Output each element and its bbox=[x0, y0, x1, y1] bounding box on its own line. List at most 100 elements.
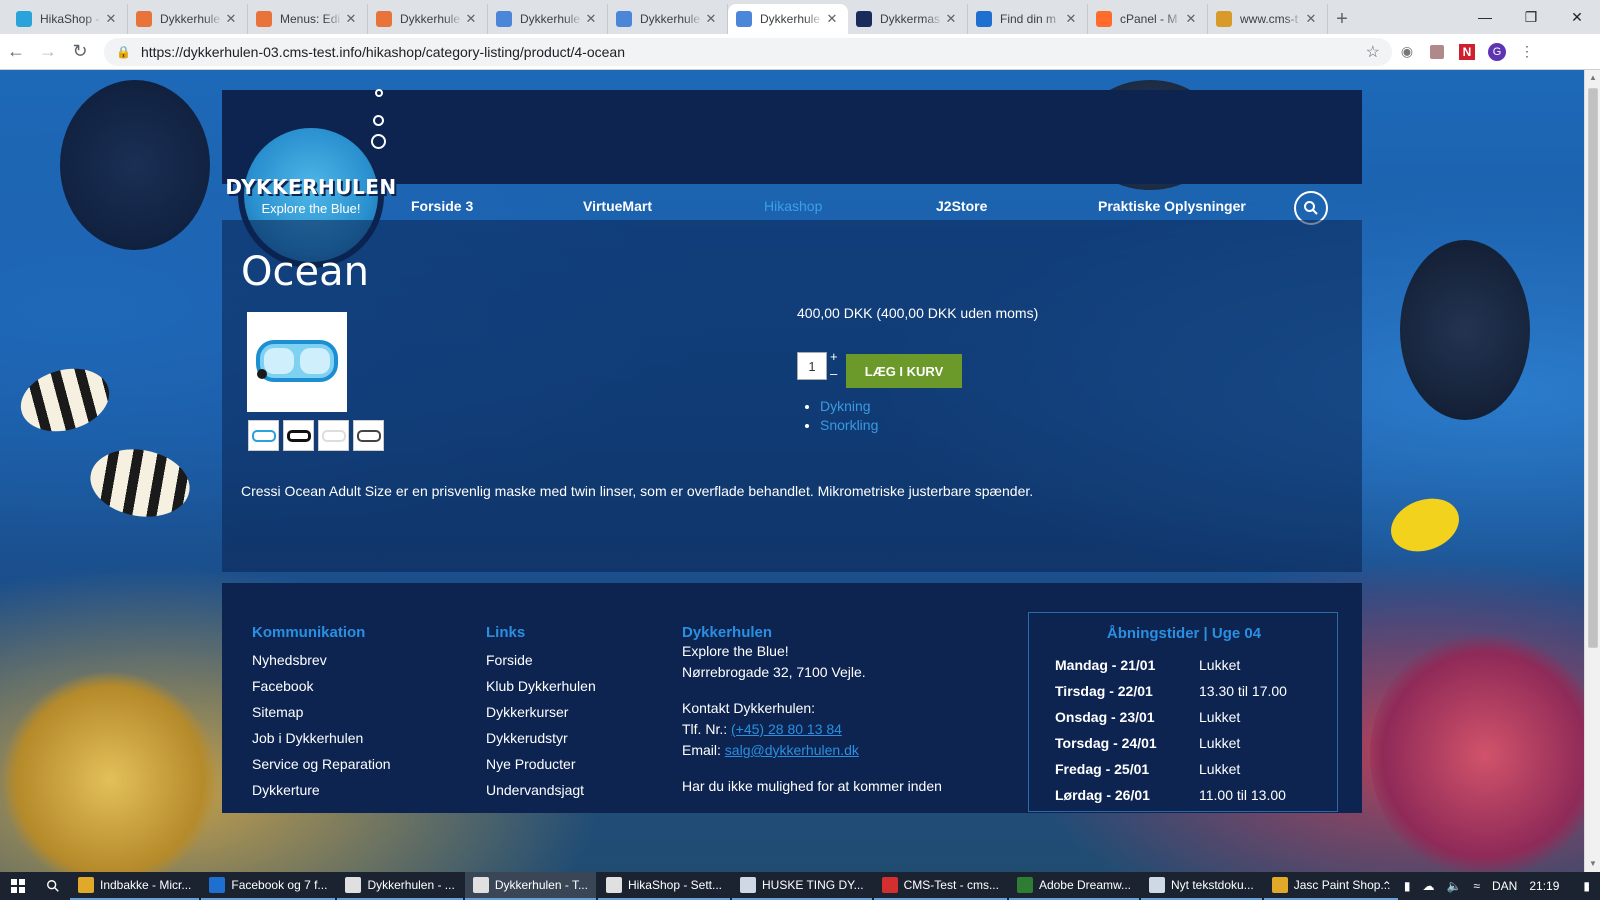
footer-link[interactable]: Dykkerkurser bbox=[486, 699, 596, 725]
tab-close-icon[interactable]: ✕ bbox=[103, 11, 119, 27]
browser-tab[interactable]: Dykkermas ✕ bbox=[848, 4, 968, 34]
new-tab-button[interactable]: + bbox=[1328, 4, 1356, 34]
browser-tab[interactable]: Dykkerhule ✕ bbox=[608, 4, 728, 34]
language-indicator[interactable]: DAN bbox=[1492, 879, 1517, 893]
tab-close-icon[interactable]: ✕ bbox=[1063, 11, 1079, 27]
tab-close-icon[interactable]: ✕ bbox=[943, 11, 959, 27]
browser-tab[interactable]: HikaShop - ✕ bbox=[8, 4, 128, 34]
taskbar-app-button[interactable]: Facebook og 7 f... bbox=[201, 872, 336, 900]
tab-close-icon[interactable]: ✕ bbox=[824, 11, 840, 27]
footer-link[interactable]: Sitemap bbox=[252, 699, 391, 725]
tab-close-icon[interactable]: ✕ bbox=[1303, 11, 1319, 27]
category-list: Dykning Snorkling bbox=[820, 398, 878, 436]
scroll-down-icon[interactable]: ▼ bbox=[1585, 856, 1600, 872]
thumbnail-dark[interactable] bbox=[353, 420, 384, 451]
tab-label: cPanel - M bbox=[1120, 12, 1178, 26]
tab-favicon-icon bbox=[496, 11, 512, 27]
nav-praktiske-oplysninger[interactable]: Praktiske Oplysninger bbox=[1098, 198, 1246, 214]
footer-link[interactable]: Klub Dykkerhulen bbox=[486, 673, 596, 699]
phone-link[interactable]: (+45) 28 80 13 84 bbox=[731, 721, 842, 737]
clock[interactable]: 21:19 bbox=[1529, 879, 1559, 893]
footer-link[interactable]: Dykkerture bbox=[252, 777, 391, 803]
product-panel bbox=[222, 220, 1362, 572]
footer-link[interactable]: Job i Dykkerhulen bbox=[252, 725, 391, 751]
thumbnail-blue[interactable] bbox=[248, 420, 279, 451]
tab-close-icon[interactable]: ✕ bbox=[343, 11, 359, 27]
taskbar-app-button[interactable]: Nyt tekstdoku... bbox=[1141, 872, 1262, 900]
camera-icon[interactable]: ◉ bbox=[1392, 37, 1422, 67]
wifi-icon[interactable]: ≈ bbox=[1473, 879, 1480, 893]
tab-label: HikaShop - bbox=[40, 12, 100, 26]
onedrive-icon[interactable]: ☁ bbox=[1422, 879, 1434, 893]
footer-link[interactable]: Facebook bbox=[252, 673, 391, 699]
footer-heading: Links bbox=[486, 624, 526, 641]
nav-virtuemart[interactable]: VirtueMart bbox=[583, 198, 652, 214]
tray-chevron-icon[interactable]: ⌃ bbox=[1382, 879, 1392, 893]
notification-icon[interactable]: ▮ bbox=[1583, 879, 1590, 893]
back-icon[interactable]: ← bbox=[0, 36, 32, 68]
nav-j2store[interactable]: J2Store bbox=[936, 198, 987, 214]
tab-close-icon[interactable]: ✕ bbox=[583, 11, 599, 27]
pdf-extension-icon[interactable] bbox=[1422, 37, 1452, 67]
taskbar-app-icon bbox=[1271, 877, 1288, 893]
tab-close-icon[interactable]: ✕ bbox=[703, 11, 719, 27]
taskbar-app-icon bbox=[209, 877, 226, 893]
taskbar-app-button[interactable]: Indbakke - Micr... bbox=[70, 872, 200, 900]
footer-link[interactable]: Dykkerudstyr bbox=[486, 725, 596, 751]
category-link-dykning[interactable]: Dykning bbox=[820, 398, 871, 414]
volume-icon[interactable]: 🔈 bbox=[1446, 879, 1461, 893]
battery-icon[interactable]: ▮ bbox=[1404, 879, 1411, 893]
bookmark-star-icon[interactable]: ☆ bbox=[1366, 42, 1380, 62]
browser-tab[interactable]: Find din m ✕ bbox=[968, 4, 1088, 34]
tab-close-icon[interactable]: ✕ bbox=[1183, 11, 1199, 27]
taskbar-app-button[interactable]: Dykkerhulen - T... bbox=[464, 872, 596, 900]
browser-tab[interactable]: Dykkerhule ✕ bbox=[368, 4, 488, 34]
email-link[interactable]: salg@dykkerhulen.dk bbox=[725, 742, 859, 758]
browser-tab[interactable]: Dykkerhule ✕ bbox=[128, 4, 248, 34]
close-icon[interactable]: ✕ bbox=[1554, 0, 1600, 34]
taskbar-app-button[interactable]: HikaShop - Sett... bbox=[597, 872, 731, 900]
nav-forside-3[interactable]: Forside 3 bbox=[411, 198, 473, 214]
taskbar-search-icon[interactable] bbox=[36, 872, 70, 900]
thumbnail-black[interactable] bbox=[283, 420, 314, 451]
forward-icon[interactable]: → bbox=[32, 36, 64, 68]
browser-tab[interactable]: www.cms-t ✕ bbox=[1208, 4, 1328, 34]
footer-link[interactable]: Nyhedsbrev bbox=[252, 647, 391, 673]
browser-tab[interactable]: Dykkerhule ✕ bbox=[728, 4, 848, 34]
taskbar-app-button[interactable]: CMS-Test - cms... bbox=[873, 872, 1007, 900]
category-link-snorkling[interactable]: Snorkling bbox=[820, 417, 878, 433]
quantity-input[interactable]: 1 bbox=[797, 352, 827, 380]
quantity-increase-button[interactable]: + bbox=[830, 348, 838, 365]
menu-kebab-icon[interactable]: ⋮ bbox=[1512, 37, 1542, 67]
taskbar-app-button[interactable]: Adobe Dreamw... bbox=[1008, 872, 1139, 900]
nav-hikashop[interactable]: Hikashop bbox=[764, 198, 822, 214]
restore-icon[interactable]: ❐ bbox=[1508, 0, 1554, 34]
browser-tab[interactable]: Menus: Edi ✕ bbox=[248, 4, 368, 34]
footer-link[interactable]: Nye Producter bbox=[486, 751, 596, 777]
scrollbar-thumb[interactable] bbox=[1588, 88, 1598, 648]
browser-tab[interactable]: Dykkerhule ✕ bbox=[488, 4, 608, 34]
search-icon bbox=[1304, 201, 1318, 215]
page-scrollbar[interactable]: ▲ ▼ bbox=[1584, 70, 1600, 872]
thumbnail-clear[interactable] bbox=[318, 420, 349, 451]
add-to-cart-button[interactable]: LÆG I KURV bbox=[846, 354, 962, 388]
tab-close-icon[interactable]: ✕ bbox=[223, 11, 239, 27]
scroll-up-icon[interactable]: ▲ bbox=[1585, 70, 1600, 86]
taskbar-app-button[interactable]: HUSKE TING DY... bbox=[732, 872, 872, 900]
quantity-decrease-button[interactable]: – bbox=[830, 365, 838, 382]
browser-tab[interactable]: cPanel - M ✕ bbox=[1088, 4, 1208, 34]
reload-icon[interactable]: ↻ bbox=[64, 36, 96, 68]
n-extension-icon[interactable]: N bbox=[1452, 37, 1482, 67]
windows-start-icon[interactable] bbox=[0, 872, 36, 900]
minimize-icon[interactable]: — bbox=[1462, 0, 1508, 34]
tab-close-icon[interactable]: ✕ bbox=[463, 11, 479, 27]
list-item: Dykning bbox=[820, 398, 878, 414]
footer-link[interactable]: Forside bbox=[486, 647, 596, 673]
product-main-image[interactable] bbox=[247, 312, 347, 412]
product-price: 400,00 DKK (400,00 DKK uden moms) bbox=[797, 305, 1039, 321]
taskbar-app-button[interactable]: Dykkerhulen - ... bbox=[337, 872, 463, 900]
url-field[interactable]: 🔒 https://dykkerhulen-03.cms-test.info/h… bbox=[104, 37, 1392, 66]
footer-link[interactable]: Service og Reparation bbox=[252, 751, 391, 777]
footer-link[interactable]: Undervandsjagt bbox=[486, 777, 596, 803]
profile-avatar[interactable]: G bbox=[1482, 37, 1512, 67]
